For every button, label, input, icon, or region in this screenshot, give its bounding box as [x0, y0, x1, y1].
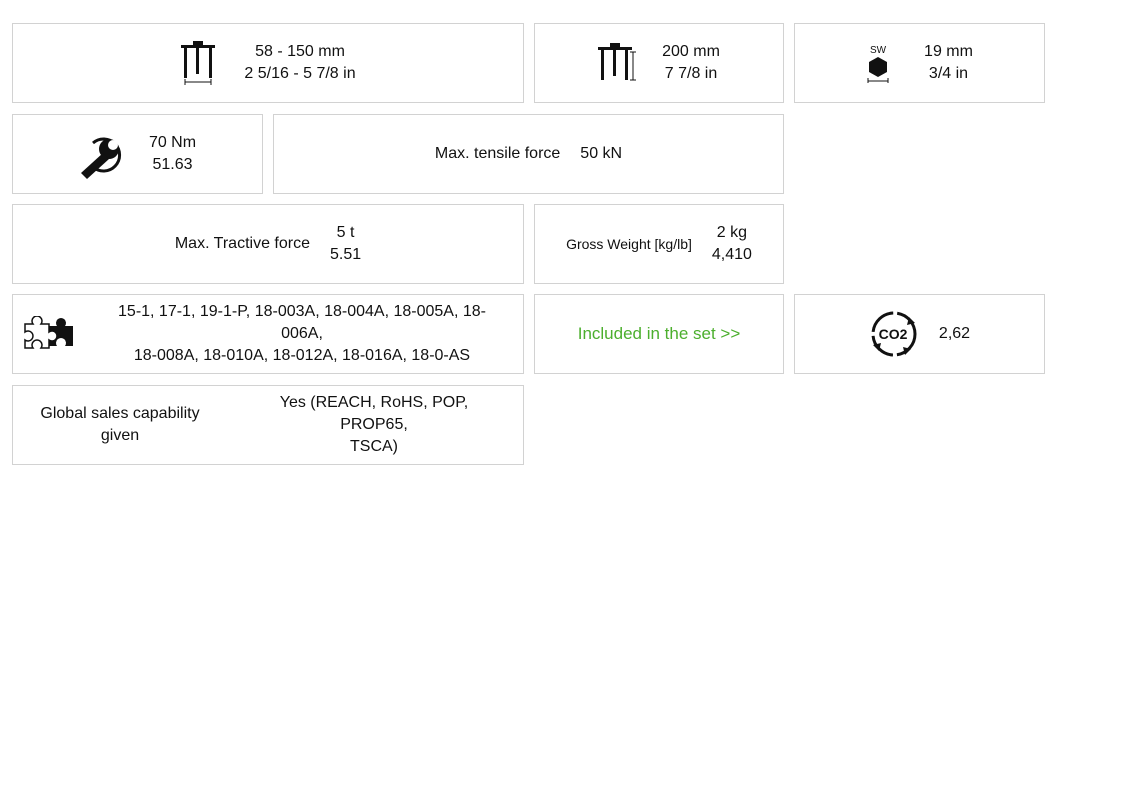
torque-card: 70 Nm 51.63	[12, 114, 263, 194]
gross-weight-kg: 2 kg	[716, 224, 748, 241]
global-sales-value-line1: Yes (REACH, RoHS, POP, PROP65,	[279, 394, 469, 433]
torque-value-nm: 70 Nm	[148, 134, 197, 151]
global-sales-value-line2: TSCA)	[350, 438, 398, 455]
puller-spread-icon	[180, 41, 216, 85]
tractive-force-value-alt: 5.51	[330, 246, 362, 263]
depth-value-in: 7 7/8 in	[664, 65, 718, 82]
included-set-card[interactable]: Included in the set >>	[534, 294, 784, 374]
included-in-set-link[interactable]: Included in the set >>	[578, 324, 741, 344]
wrench-size-mm: 19 mm	[924, 43, 973, 60]
wrench-size-card: SW 19 mm 3/4 in	[794, 23, 1045, 103]
global-sales-card: Global sales capability given Yes (REACH…	[12, 385, 524, 465]
global-sales-label-line2: given	[100, 427, 140, 444]
gross-weight-label: Gross Weight [kg/lb]	[566, 236, 692, 252]
puller-depth-icon	[598, 43, 637, 83]
global-sales-label-line1: Global sales capability	[40, 405, 200, 422]
tractive-force-card: Max. Tractive force 5 t 5.51	[12, 204, 524, 284]
sw-icon-text: SW	[870, 45, 887, 56]
gross-weight-lb: 4,410	[711, 246, 752, 263]
tensile-force-label: Max. tensile force	[434, 145, 561, 162]
depth-value-mm: 200 mm	[662, 43, 720, 60]
co2-icon-text: CO2	[879, 326, 908, 342]
spread-value-in: 2 5/16 - 5 7/8 in	[244, 65, 356, 82]
spread-range-card: 58 - 150 mm 2 5/16 - 5 7/8 in	[12, 23, 524, 103]
compatible-items-line2: 18-008A, 18-010A, 18-012A, 18-016A, 18-0…	[133, 347, 471, 364]
co2-value: 2,62	[938, 325, 971, 342]
puzzle-icon	[23, 316, 75, 352]
hex-nut-icon: SW	[866, 43, 890, 83]
tractive-force-label: Max. Tractive force	[174, 235, 310, 252]
tensile-force-card: Max. tensile force 50 kN	[273, 114, 784, 194]
gross-weight-card: Gross Weight [kg/lb] 2 kg 4,410	[534, 204, 784, 284]
tensile-force-value: 50 kN	[580, 145, 623, 162]
compatible-items-card: 15-1, 17-1, 19-1-P, 18-003A, 18-004A, 18…	[12, 294, 524, 374]
co2-card: CO2 2,62	[794, 294, 1045, 374]
depth-card: 200 mm 7 7/8 in	[534, 23, 784, 103]
torque-value-alt: 51.63	[152, 156, 193, 173]
co2-cycle-icon: CO2	[869, 309, 919, 359]
tractive-force-value-t: 5 t	[336, 224, 355, 241]
torque-wrench-icon	[79, 129, 129, 179]
wrench-size-in: 3/4 in	[928, 65, 969, 82]
compatible-items-line1: 15-1, 17-1, 19-1-P, 18-003A, 18-004A, 18…	[118, 303, 486, 342]
spread-value-mm: 58 - 150 mm	[255, 43, 345, 60]
